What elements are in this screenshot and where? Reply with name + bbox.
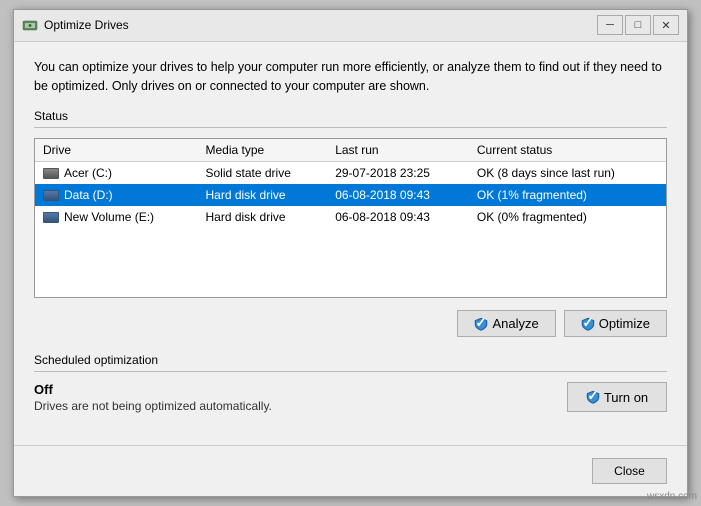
minimize-button[interactable]: ─ [597, 15, 623, 35]
col-drive: Drive [35, 139, 198, 162]
scheduled-row: Off Drives are not being optimized autom… [34, 382, 667, 413]
analyze-button[interactable]: ✓ Analyze [457, 310, 555, 337]
window-icon [22, 17, 38, 33]
status-cell: OK (8 days since last run) [469, 162, 666, 185]
status-cell: OK (1% fragmented) [469, 184, 666, 206]
scheduled-status: Off [34, 382, 567, 397]
restore-button[interactable]: □ [625, 15, 651, 35]
table-row[interactable]: Acer (C:)Solid state drive29-07-2018 23:… [35, 162, 666, 185]
close-window-button[interactable]: ✕ [653, 15, 679, 35]
action-buttons: ✓ Analyze ✓ Optimize [34, 310, 667, 337]
drive-cell: Data (D:) [35, 184, 198, 206]
table-row[interactable]: Data (D:)Hard disk drive06-08-2018 09:43… [35, 184, 666, 206]
turn-on-shield-icon: ✓ [586, 390, 600, 404]
window-title: Optimize Drives [44, 18, 597, 32]
analyze-label: Analyze [492, 316, 538, 331]
col-last-run: Last run [327, 139, 469, 162]
status-section-label: Status [34, 109, 667, 123]
main-window: Optimize Drives ─ □ ✕ You can optimize y… [13, 9, 688, 498]
media-type-cell: Hard disk drive [198, 206, 328, 228]
svg-text:✓: ✓ [587, 390, 598, 403]
last-run-cell: 06-08-2018 09:43 [327, 206, 469, 228]
close-dialog-button[interactable]: Close [592, 458, 667, 484]
window-content: You can optimize your drives to help you… [14, 42, 687, 446]
window-controls: ─ □ ✕ [597, 15, 679, 35]
scheduled-info: Off Drives are not being optimized autom… [34, 382, 567, 413]
status-cell: OK (0% fragmented) [469, 206, 666, 228]
drives-table-container: Drive Media type Last run Current status… [34, 138, 667, 298]
scheduled-description: Drives are not being optimized automatic… [34, 399, 567, 413]
analyze-shield-icon: ✓ [474, 317, 488, 331]
svg-text:✓: ✓ [582, 317, 593, 330]
media-type-cell: Solid state drive [198, 162, 328, 185]
last-run-cell: 06-08-2018 09:43 [327, 184, 469, 206]
table-row[interactable]: New Volume (E:)Hard disk drive06-08-2018… [35, 206, 666, 228]
table-header-row: Drive Media type Last run Current status [35, 139, 666, 162]
scheduled-section: Scheduled optimization Off Drives are no… [34, 353, 667, 413]
title-bar: Optimize Drives ─ □ ✕ [14, 10, 687, 42]
scheduled-divider [34, 371, 667, 372]
col-media-type: Media type [198, 139, 328, 162]
last-run-cell: 29-07-2018 23:25 [327, 162, 469, 185]
optimize-button[interactable]: ✓ Optimize [564, 310, 667, 337]
description-text: You can optimize your drives to help you… [34, 58, 667, 96]
watermark: wsxdn.com [647, 491, 697, 502]
drive-cell: New Volume (E:) [35, 206, 198, 228]
svg-text:✓: ✓ [476, 317, 487, 330]
drives-table: Drive Media type Last run Current status… [35, 139, 666, 228]
scheduled-section-label: Scheduled optimization [34, 353, 667, 367]
optimize-label: Optimize [599, 316, 650, 331]
col-current-status: Current status [469, 139, 666, 162]
optimize-shield-icon: ✓ [581, 317, 595, 331]
drive-cell: Acer (C:) [35, 162, 198, 185]
turn-on-button[interactable]: ✓ Turn on [567, 382, 667, 412]
turn-on-label: Turn on [604, 390, 648, 405]
media-type-cell: Hard disk drive [198, 184, 328, 206]
footer: Close [14, 445, 687, 496]
status-divider [34, 127, 667, 128]
